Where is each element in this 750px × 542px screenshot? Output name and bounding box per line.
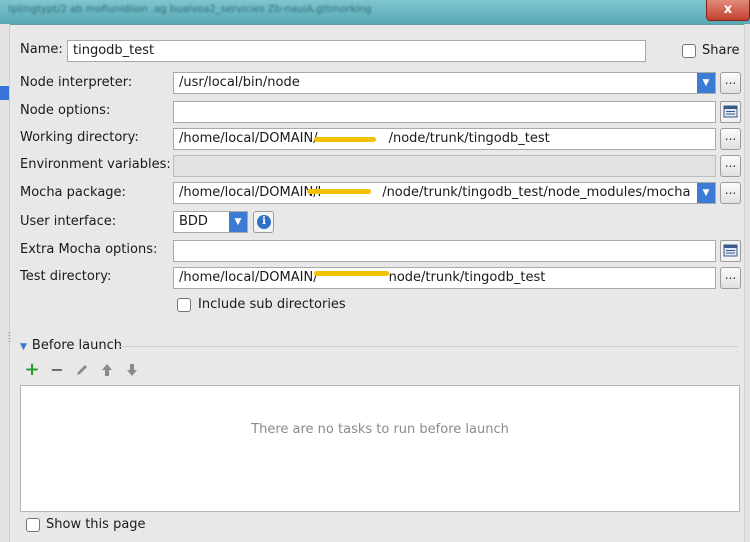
user-interface-select[interactable]: BDD ▼ [173, 211, 248, 233]
working-directory-value-suffix: /node/trunk/tingodb_test [388, 131, 550, 146]
share-label: Share [702, 43, 740, 58]
expand-text-icon [723, 105, 738, 118]
info-icon: i [257, 215, 271, 229]
name-label: Name: [20, 42, 63, 57]
window-titlebar: tpl/ngtypt/2 ab mofiunidiion .ag bualvoa… [0, 0, 750, 25]
mocha-package-value-prefix: /home/local/DOMAIN/l [179, 185, 322, 200]
before-launch-header[interactable]: ▼ Before launch [20, 338, 122, 353]
node-interpreter-combobox[interactable]: /usr/local/bin/node ▼ [173, 72, 716, 94]
redaction-mark [314, 137, 376, 142]
move-up-icon[interactable] [99, 362, 115, 378]
share-checkbox[interactable] [682, 44, 696, 58]
user-interface-info-button[interactable]: i [253, 211, 274, 233]
before-launch-title: Before launch [31, 338, 123, 353]
section-divider [118, 346, 738, 347]
remove-icon[interactable]: − [49, 362, 65, 378]
node-options-label: Node options: [20, 103, 111, 118]
test-directory-value-prefix: /home/local/DOMAIN/ [179, 270, 318, 285]
chevron-down-icon[interactable]: ▼ [697, 73, 715, 93]
add-icon[interactable]: + [24, 361, 40, 379]
test-directory-browse-button[interactable]: ... [720, 267, 741, 289]
chevron-down-icon[interactable]: ▼ [697, 183, 715, 203]
edit-icon[interactable] [74, 362, 90, 378]
user-interface-label: User interface: [20, 214, 117, 229]
chevron-down-icon[interactable]: ▼ [229, 212, 247, 232]
working-directory-label: Working directory: [20, 130, 139, 145]
environment-variables-input[interactable] [173, 155, 716, 177]
show-this-page-checkbox[interactable] [26, 518, 40, 532]
empty-tasks-message: There are no tasks to run before launch [251, 422, 509, 437]
name-input[interactable]: tingodb_test [67, 40, 646, 62]
window-title: tpl/ngtypt/2 ab mofiunidiion .ag bualvoa… [8, 4, 372, 15]
before-launch-task-list[interactable]: There are no tasks to run before launch [20, 385, 740, 512]
mocha-package-combobox[interactable]: /home/local/DOMAIN/l/node/trunk/tingodb_… [173, 182, 716, 204]
right-edge [744, 24, 750, 542]
extra-mocha-options-expand-button[interactable] [720, 240, 741, 262]
environment-variables-edit-button[interactable]: ... [720, 155, 741, 177]
user-interface-value: BDD [179, 214, 208, 229]
include-sub-directories-label: Include sub directories [198, 297, 346, 312]
close-button[interactable]: x [706, 0, 750, 21]
node-interpreter-browse-button[interactable]: ... [720, 72, 741, 94]
environment-variables-label: Environment variables: [20, 157, 171, 172]
include-sub-directories-checkbox[interactable] [177, 298, 191, 312]
configuration-tree-selection[interactable] [0, 86, 9, 100]
working-directory-input[interactable]: /home/local/DOMAIN/ /node/trunk/tingodb_t… [173, 128, 716, 150]
move-down-icon[interactable] [124, 362, 140, 378]
configuration-tree-edge [0, 24, 10, 542]
extra-mocha-options-input[interactable] [173, 240, 716, 262]
collapse-triangle-icon: ▼ [20, 342, 27, 352]
working-directory-browse-button[interactable]: ... [720, 128, 741, 150]
extra-mocha-options-label: Extra Mocha options: [20, 242, 158, 257]
node-interpreter-label: Node interpreter: [20, 75, 133, 90]
show-this-page-label: Show this page [46, 517, 146, 532]
node-options-expand-button[interactable] [720, 101, 741, 123]
mocha-package-browse-button[interactable]: ... [720, 182, 741, 204]
test-directory-input[interactable]: /home/local/DOMAIN/node/trunk/tingodb_te… [173, 267, 716, 289]
mocha-package-label: Mocha package: [20, 185, 126, 200]
test-directory-label: Test directory: [20, 269, 112, 284]
expand-text-icon [723, 244, 738, 257]
redaction-mark [314, 271, 389, 276]
splitter-handle[interactable] [8, 332, 11, 344]
working-directory-value-prefix: /home/local/DOMAIN/ [179, 131, 318, 146]
test-directory-value-suffix: node/trunk/tingodb_test [388, 270, 546, 285]
node-interpreter-value: /usr/local/bin/node [179, 75, 300, 90]
redaction-mark [307, 189, 371, 194]
node-options-input[interactable] [173, 101, 716, 123]
mocha-package-value-suffix: /node/trunk/tingodb_test/node_modules/mo… [382, 185, 691, 200]
